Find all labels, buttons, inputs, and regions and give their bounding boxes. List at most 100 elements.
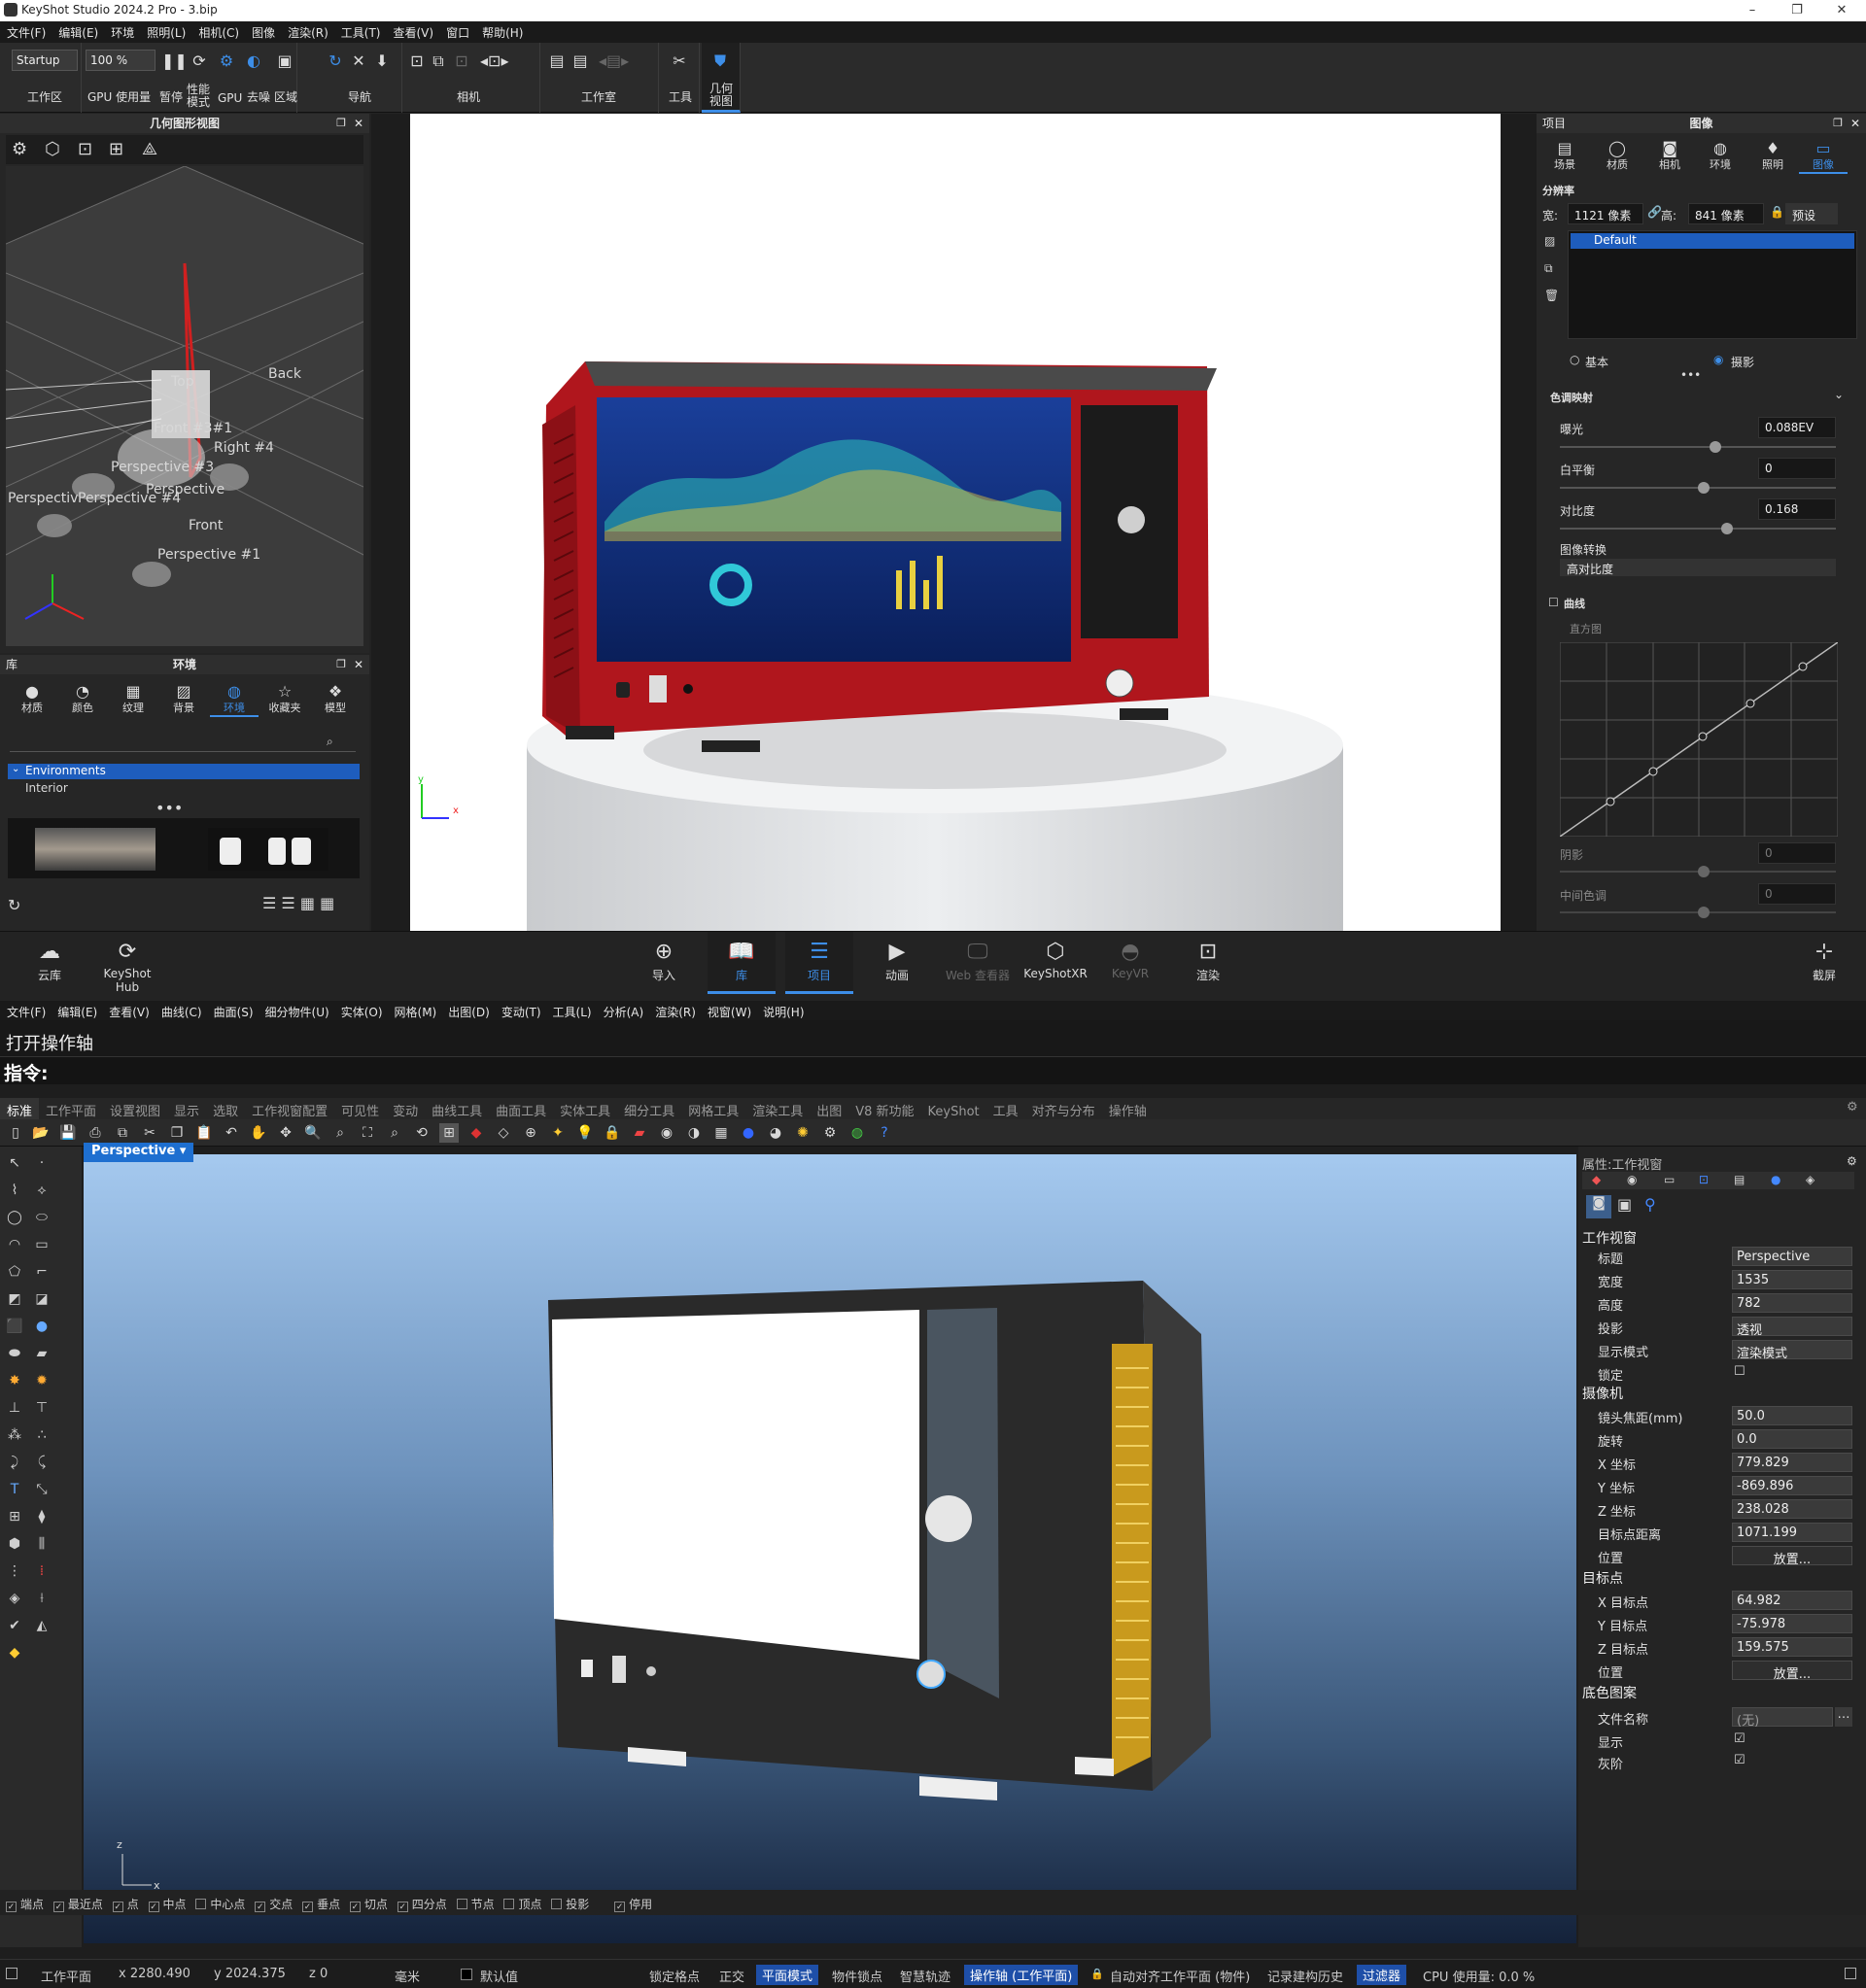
camera-copy-icon[interactable]: ⧉ [428, 51, 449, 72]
snap-quad[interactable]: ✓ 四分点 [397, 1896, 447, 1912]
exposure-slider[interactable] [1560, 441, 1836, 453]
rh-menu-subd[interactable]: 细分物件(U) [259, 1001, 334, 1020]
link-icon[interactable]: 🔗 [1647, 205, 1662, 219]
snap-perp[interactable]: ✓ 垂点 [302, 1896, 340, 1912]
lock-checkbox[interactable]: ☐ [1734, 1364, 1745, 1379]
tree-interior[interactable]: Interior [25, 781, 68, 795]
duplicate-icon[interactable]: ⧉ [1544, 261, 1553, 276]
snap-tangent[interactable]: ✓ 切点 [349, 1896, 388, 1912]
plane-icon[interactable]: ◇ [494, 1123, 513, 1143]
gray-checkbox[interactable]: ☑ [1734, 1753, 1745, 1767]
tree-environments[interactable]: Environments [8, 764, 360, 779]
render-viewport[interactable]: yx [410, 114, 1501, 931]
light-icon[interactable]: 💡 [575, 1123, 595, 1143]
curve-checkbox[interactable]: ☐ [1548, 596, 1559, 609]
sun-icon[interactable]: ✺ [793, 1123, 812, 1143]
mesh-icon[interactable]: ⬬ [4, 1343, 25, 1364]
ribbon-group-geometry[interactable]: ⛊ 几何视图 [702, 43, 741, 113]
denoise-icon[interactable]: ◐ [243, 51, 264, 72]
circle-icon[interactable]: ◯ [4, 1207, 25, 1228]
patch-icon[interactable]: ◈ [4, 1588, 25, 1609]
drop-icon[interactable]: ⬇ [371, 51, 393, 72]
snap-near[interactable]: ✓ 最近点 [52, 1896, 103, 1912]
more-dots-icon[interactable]: ••• [156, 799, 183, 817]
keyshotxr-button[interactable]: ⬡ KeyShotXR [1019, 940, 1092, 980]
ungroup-icon[interactable]: ∴ [31, 1424, 52, 1446]
loft-icon[interactable]: ◪ [31, 1288, 52, 1310]
tab-render-icon[interactable]: ▭ [1664, 1173, 1675, 1186]
pause-icon[interactable]: ❚❚ [161, 51, 188, 72]
four-view-icon[interactable]: ⊞ [439, 1123, 459, 1143]
refresh-library-icon[interactable]: ↻ [8, 896, 20, 914]
whitebalance-slider[interactable] [1560, 482, 1836, 494]
options-icon[interactable]: ⚙ [820, 1123, 840, 1143]
rotation-input[interactable]: 0.0 [1732, 1429, 1852, 1449]
region-icon[interactable]: ▣ [274, 51, 295, 72]
proj-tab-image[interactable]: ▭ 图像 [1799, 139, 1848, 174]
zoom-window-icon[interactable]: ⌕ [330, 1123, 350, 1143]
radio-photo[interactable]: ◉ [1713, 353, 1723, 366]
radio-basic[interactable]: ○ [1570, 353, 1579, 366]
menu-tools[interactable]: 工具(T) [334, 21, 387, 41]
rendered-icon[interactable]: ▦ [711, 1123, 731, 1143]
camera-switch-icon[interactable]: ◂⊡▸ [480, 51, 508, 72]
rh-menu-analyze[interactable]: 分析(A) [597, 1001, 649, 1020]
screenshot-button[interactable]: ⊹ 截屏 [1790, 940, 1858, 983]
shadow-slider[interactable] [1560, 866, 1836, 877]
menu-edit[interactable]: 编辑(E) [52, 21, 104, 41]
display-mode-select[interactable]: 渲染模式 [1732, 1340, 1852, 1361]
lock-icon[interactable]: 🔒 [1770, 205, 1784, 219]
cube-icon[interactable]: ⬡ [45, 139, 60, 159]
rh-menu-curve[interactable]: 曲线(C) [155, 1001, 207, 1020]
import-button[interactable]: ⊕ 导入 [630, 940, 698, 983]
projection-select[interactable]: 透视 [1732, 1317, 1852, 1338]
copy2-icon[interactable]: ❐ [167, 1123, 187, 1143]
analyze-icon[interactable]: ⟊ [31, 1588, 52, 1609]
tab-layers-icon[interactable]: ▤ [1734, 1173, 1745, 1186]
library-button[interactable]: 📖 库 [708, 932, 776, 994]
move-icon[interactable]: ⤸ [4, 1452, 25, 1473]
new-file-icon[interactable]: ▯ [6, 1123, 25, 1143]
render-sphere-icon[interactable]: ● [739, 1123, 758, 1143]
arc-icon[interactable]: ◠ [4, 1234, 25, 1255]
dimension-icon[interactable]: ⫼ [31, 1533, 52, 1555]
tab-display-icon[interactable]: ⊡ [1699, 1173, 1709, 1186]
tab-environment-icon[interactable]: ● [1771, 1173, 1780, 1186]
target-dist-input[interactable]: 1071.199 [1732, 1523, 1852, 1542]
rh-menu-file[interactable]: 文件(F) [0, 1001, 51, 1020]
rotate-view-icon[interactable]: ✥ [276, 1123, 295, 1143]
material-sphere-icon[interactable]: ◑ [684, 1123, 704, 1143]
target-z-input[interactable]: 159.575 [1732, 1637, 1852, 1657]
performance-icon[interactable]: ⟳ [189, 51, 210, 72]
show-checkbox[interactable]: ☑ [1734, 1731, 1745, 1746]
grid-array-icon[interactable]: ⋮ [4, 1560, 25, 1582]
open-file-icon[interactable]: 📂 [31, 1123, 51, 1143]
proj-tab-material[interactable]: ◯ 材质 [1593, 139, 1641, 172]
project-undock-icon[interactable]: ❐ [1833, 114, 1843, 133]
web-viewer-button[interactable]: 🖵 Web 查看器 [941, 940, 1015, 983]
color-icon[interactable]: ⁞ [31, 1560, 52, 1582]
settings-icon[interactable]: ⚙ [12, 139, 27, 159]
menu-file[interactable]: 文件(F) [0, 21, 52, 41]
lib-tab-environment[interactable]: ◍ 环境 [210, 682, 259, 717]
search-icon[interactable]: ⌕ [327, 735, 333, 749]
menu-camera[interactable]: 相机(C) [191, 21, 245, 41]
z-coord-input[interactable]: 238.028 [1732, 1499, 1852, 1519]
status-layer[interactable]: 默认值 [480, 1967, 518, 1985]
status-ortho[interactable]: 正交 [719, 1967, 744, 1985]
snap-project[interactable]: 投影 [551, 1896, 589, 1912]
mirror-icon[interactable]: ⧫ [31, 1506, 52, 1527]
rotate-icon[interactable]: ⤹ [31, 1452, 52, 1473]
delete-icon[interactable]: 🗑 [1544, 289, 1559, 302]
lib-tab-favorites[interactable]: ☆ 收藏夹 [260, 682, 309, 715]
add-image-icon[interactable]: ▨ [1544, 234, 1555, 248]
shadow-input[interactable]: 0 [1758, 842, 1836, 864]
proj-tab-environment[interactable]: ◍ 环境 [1696, 139, 1745, 172]
box-icon[interactable]: ⬛ [4, 1316, 25, 1337]
geometry-view-icon[interactable]: ⛊ [709, 51, 731, 72]
link-props-icon[interactable]: ⚲ [1644, 1195, 1656, 1214]
select-icon[interactable]: ↖ [4, 1152, 25, 1174]
height-input[interactable]: 841 像素 [1688, 203, 1764, 224]
lib-tab-models[interactable]: ❖ 模型 [311, 682, 360, 715]
command-line[interactable]: 指令: [0, 1057, 1866, 1084]
